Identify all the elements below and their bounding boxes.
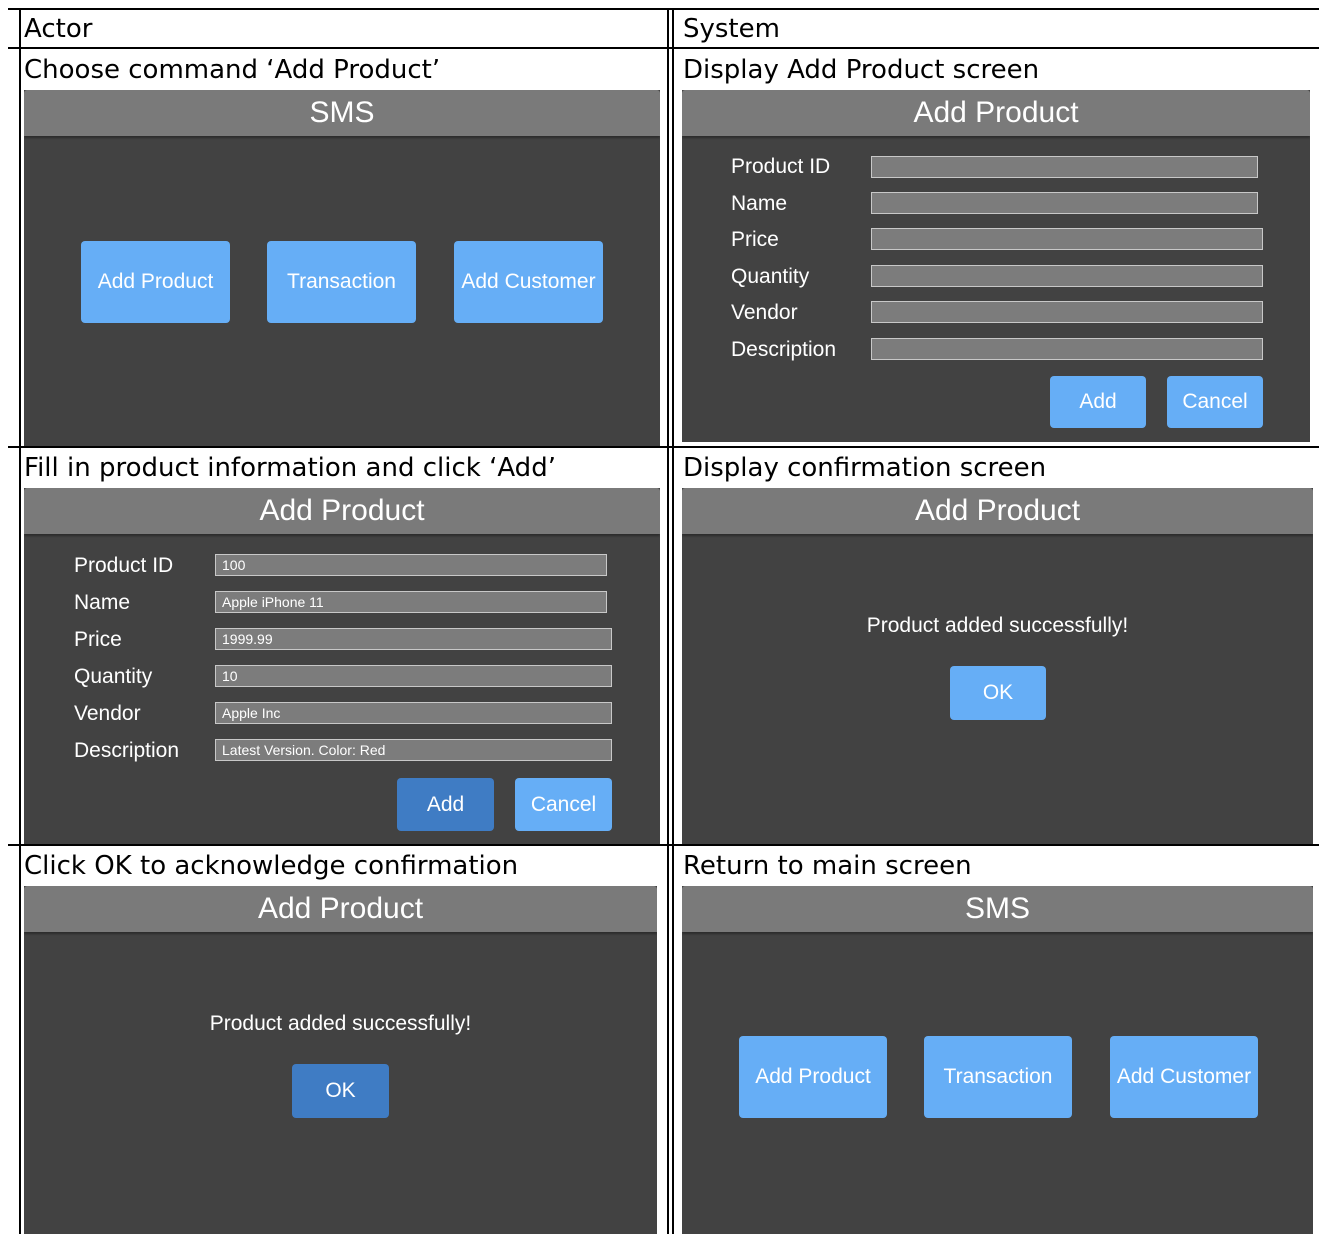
transaction-button[interactable]: Transaction <box>267 241 416 323</box>
add-button[interactable]: Add <box>397 778 494 831</box>
name-label: Name <box>74 591 131 614</box>
description-label: Description <box>74 739 180 762</box>
add-product-form-panel: Add Product Product ID Name Price Quanti… <box>682 90 1310 442</box>
row-divider <box>8 47 1319 49</box>
vendor-field[interactable]: Apple Inc <box>215 702 612 724</box>
table-divider-left <box>667 8 669 1234</box>
name-label: Name <box>731 192 788 215</box>
cancel-button[interactable]: Cancel <box>1167 376 1263 428</box>
confirmation-message: Product added successfully! <box>209 1012 472 1035</box>
screen-title: Add Product <box>682 488 1313 534</box>
description-label: Description <box>731 338 837 361</box>
name-field[interactable] <box>871 192 1258 214</box>
cancel-button[interactable]: Cancel <box>515 778 612 831</box>
price-label: Price <box>74 628 122 651</box>
vendor-label: Vendor <box>74 702 141 725</box>
main-screen-panel: SMS Add Product Transaction Add Customer <box>24 90 660 446</box>
description-field[interactable]: Latest Version. Color: Red <box>215 739 612 761</box>
add-product-button[interactable]: Add Product <box>739 1036 887 1118</box>
row-divider <box>8 446 1319 448</box>
add-customer-button[interactable]: Add Customer <box>454 241 603 323</box>
system-step-3: Return to main screen <box>683 851 972 881</box>
confirmation-ack-panel: Add Product Product added successfully! … <box>24 886 657 1234</box>
table-border-left <box>19 8 21 1234</box>
table-divider-right <box>672 8 674 1234</box>
price-label: Price <box>731 228 779 251</box>
confirmation-panel: Add Product Product added successfully! … <box>682 488 1313 844</box>
product-id-field[interactable] <box>871 156 1258 178</box>
quantity-field[interactable]: 10 <box>215 665 612 687</box>
header-actor: Actor <box>24 14 93 44</box>
ok-button[interactable]: OK <box>950 666 1046 720</box>
vendor-field[interactable] <box>871 301 1263 323</box>
screen-title: SMS <box>24 90 660 136</box>
vendor-label: Vendor <box>731 301 798 324</box>
ok-button[interactable]: OK <box>292 1064 389 1118</box>
transaction-button[interactable]: Transaction <box>924 1036 1072 1118</box>
product-id-label: Product ID <box>731 155 831 178</box>
price-field[interactable] <box>871 228 1263 250</box>
product-id-label: Product ID <box>74 554 174 577</box>
add-customer-button[interactable]: Add Customer <box>1110 1036 1258 1118</box>
quantity-label: Quantity <box>74 665 153 688</box>
actor-step-3: Click OK to acknowledge confirmation <box>24 851 519 881</box>
main-screen-return-panel: SMS Add Product Transaction Add Customer <box>682 886 1313 1234</box>
screen-title: Add Product <box>24 886 657 932</box>
screen-title: Add Product <box>682 90 1310 136</box>
description-field[interactable] <box>871 338 1263 360</box>
name-field[interactable]: Apple iPhone 11 <box>215 591 607 613</box>
table-border-top <box>8 8 1319 10</box>
add-product-button[interactable]: Add Product <box>81 241 230 323</box>
confirmation-message: Product added successfully! <box>866 614 1129 637</box>
quantity-label: Quantity <box>731 265 810 288</box>
price-field[interactable]: 1999.99 <box>215 628 612 650</box>
system-step-2: Display confirmation screen <box>683 453 1047 483</box>
row-divider <box>8 844 1319 846</box>
screen-title: Add Product <box>24 488 660 534</box>
screen-title: SMS <box>682 886 1313 932</box>
actor-step-2: Fill in product information and click ‘A… <box>24 453 556 483</box>
header-system: System <box>683 14 780 44</box>
quantity-field[interactable] <box>871 265 1263 287</box>
actor-step-1: Choose command ‘Add Product’ <box>24 55 441 85</box>
filled-form-panel: Add Product Product ID 100 Name Apple iP… <box>24 488 660 844</box>
product-id-field[interactable]: 100 <box>215 554 607 576</box>
system-step-1: Display Add Product screen <box>683 55 1040 85</box>
add-button[interactable]: Add <box>1050 376 1146 428</box>
